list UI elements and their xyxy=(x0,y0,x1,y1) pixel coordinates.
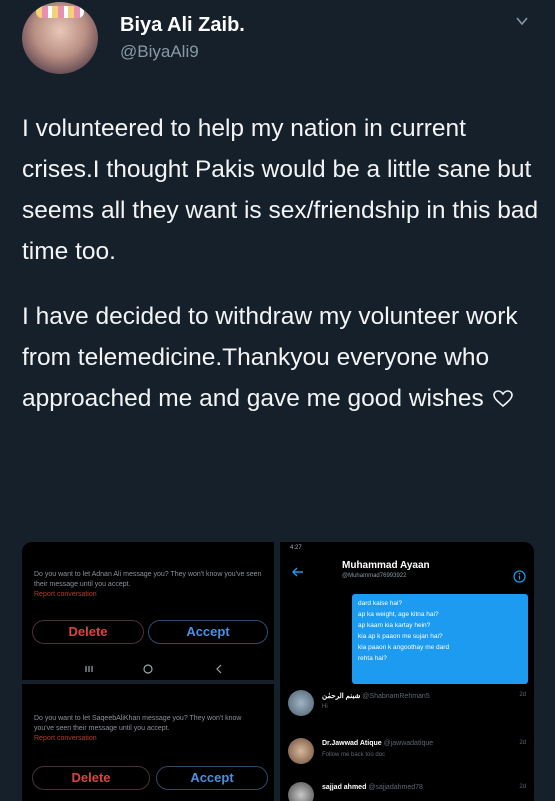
message-line: kia ap k paaon me sujan hai? xyxy=(358,633,443,640)
conversation-name: sajjad ahmed @sajjadahmed78 xyxy=(322,784,423,791)
message-line: kia paaon k angoothay me dard xyxy=(358,644,450,651)
contact-handle: @Muhammad76993922 xyxy=(342,573,407,579)
conversation-age: 2d xyxy=(519,784,526,790)
message-request-screenshot-2[interactable]: Do you want to let SaqeebAliKhan message… xyxy=(22,684,274,801)
recent-apps-icon[interactable] xyxy=(82,662,96,676)
request-prompt: Do you want to let SaqeebAliKhan message… xyxy=(34,715,242,732)
home-icon[interactable] xyxy=(141,662,155,676)
conversation-handle: @sajjadahmed78 xyxy=(368,784,423,791)
message-request-text: Do you want to let SaqeebAliKhan message… xyxy=(34,714,262,744)
conversation-display-name: Dr.Jawwad Atique xyxy=(322,740,382,747)
dm-conversation-screenshot[interactable]: 4:27 Muhammad Ayaan @Muhammad76993922 da… xyxy=(280,542,534,801)
message-line: dard kaise hai? xyxy=(358,600,403,607)
conversation-handle: @ShabnamRehman5 xyxy=(362,693,430,700)
conversation-preview: Follow me back too doc xyxy=(322,752,386,758)
report-conversation-link[interactable]: Report conversation xyxy=(34,590,262,600)
tweet-paragraph-1: I volunteered to help my nation in curre… xyxy=(22,115,539,265)
delete-button[interactable]: Delete xyxy=(32,766,150,790)
conversation-display-name: sajjad ahmed xyxy=(322,784,367,791)
android-nav-bar xyxy=(22,658,274,680)
avatar xyxy=(288,738,314,764)
heart-outline-icon xyxy=(492,390,513,408)
avatar xyxy=(288,690,314,716)
report-conversation-link[interactable]: Report conversation xyxy=(34,734,262,744)
request-prompt: Do you want to let Adnan Ali message you… xyxy=(34,571,262,588)
conversation-preview: Hi xyxy=(322,704,328,710)
accept-button[interactable]: Accept xyxy=(148,620,268,644)
message-line: ap kaam kia kartay hein? xyxy=(358,622,431,629)
message-line: ap ka weight, age kitna hai? xyxy=(358,611,439,618)
author-handle[interactable]: @BiyaAli9 xyxy=(120,42,199,62)
tweet-header: Biya Ali Zaib. @BiyaAli9 xyxy=(22,2,537,76)
avatar xyxy=(288,782,314,801)
message-bubble[interactable]: dard kaise hai? ap ka weight, age kitna … xyxy=(352,594,528,684)
message-request-screenshot-1[interactable]: Do you want to let Adnan Ali message you… xyxy=(22,542,274,680)
message-request-text: Do you want to let Adnan Ali message you… xyxy=(34,570,262,600)
back-arrow-icon[interactable] xyxy=(292,566,304,578)
status-bar-time: 4:27 xyxy=(290,545,302,551)
accept-button[interactable]: Accept xyxy=(156,766,268,790)
message-line: rehta hai? xyxy=(358,655,387,662)
conversation-age: 2d xyxy=(519,692,526,698)
tweet-paragraph-2: I have decided to withdraw my volunteer … xyxy=(22,296,542,419)
chevron-down-icon[interactable] xyxy=(515,14,529,28)
tweet-paragraph-2-text: I have decided to withdraw my volunteer … xyxy=(22,303,518,412)
contact-name: Muhammad Ayaan xyxy=(342,560,430,571)
conversation-display-name: شبنم الرحمٰن xyxy=(322,693,361,700)
conversation-name: شبنم الرحمٰن @ShabnamRehman5 xyxy=(322,692,430,700)
back-nav-icon[interactable] xyxy=(212,662,226,676)
conversation-age: 2d xyxy=(519,740,526,746)
author-avatar[interactable] xyxy=(22,2,98,74)
author-name[interactable]: Biya Ali Zaib. xyxy=(120,14,245,37)
delete-button[interactable]: Delete xyxy=(32,620,144,644)
conversation-row[interactable]: شبنم الرحمٰن @ShabnamRehman5 Hi 2d xyxy=(280,684,534,724)
conversation-name: Dr.Jawwad Atique @jawwadatique xyxy=(322,740,433,747)
info-icon[interactable] xyxy=(513,570,526,583)
media-grid[interactable]: Do you want to let Adnan Ali message you… xyxy=(22,542,534,801)
conversation-row[interactable]: Dr.Jawwad Atique @jawwadatique Follow me… xyxy=(280,732,534,772)
conversation-row[interactable]: sajjad ahmed @sajjadahmed78 2d xyxy=(280,776,534,801)
conversation-handle: @jawwadatique xyxy=(383,740,434,747)
